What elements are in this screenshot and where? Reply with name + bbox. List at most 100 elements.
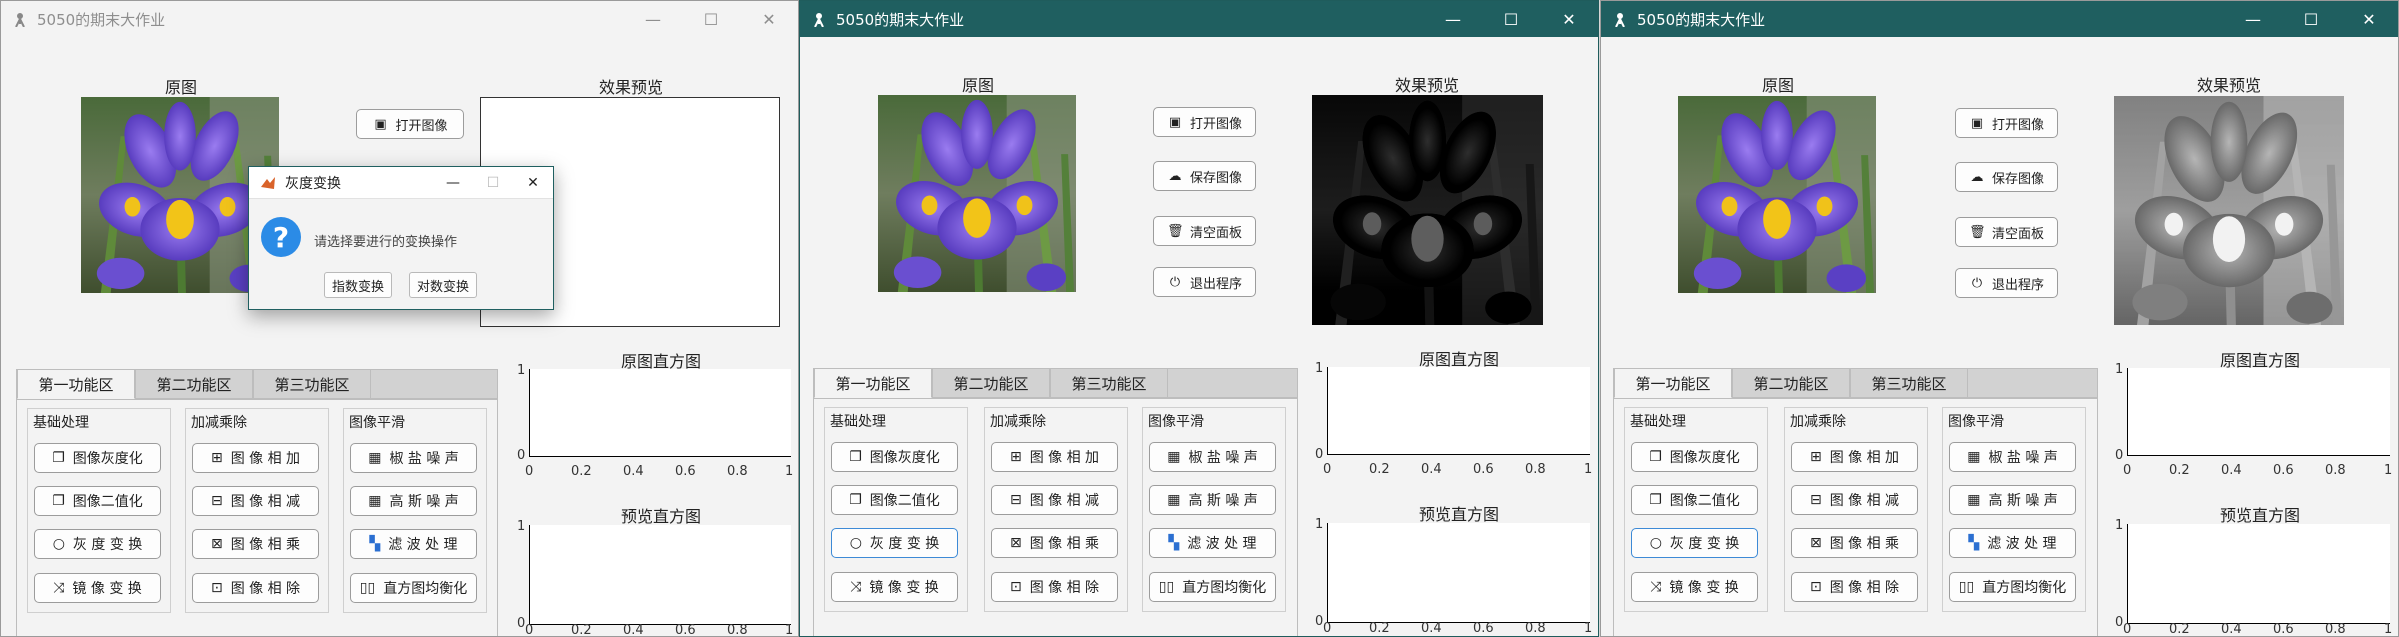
add-button[interactable]: ⊞ 图 像 相 加 xyxy=(192,443,319,473)
divide-button[interactable]: ⊡ 图 像 相 除 xyxy=(192,573,319,603)
mirror-button[interactable]: ⤨ 镜 像 变 换 xyxy=(1631,572,1758,602)
minimize-button[interactable]: — xyxy=(2224,1,2282,37)
gaussian-noise-button[interactable]: ▦ 高 斯 噪 声 xyxy=(1949,485,2076,515)
filter-button[interactable]: ▚ 滤 波 处 理 xyxy=(350,529,477,559)
exit-button[interactable]: ⏻ 退出程序 xyxy=(1153,267,1256,297)
dialog-title-bar[interactable]: 灰度变换 — ☐ ✕ xyxy=(249,167,553,199)
gray-transform-button[interactable]: ○ 灰 度 变 换 xyxy=(34,529,161,559)
plus-box-icon: ⊞ xyxy=(210,450,223,466)
mirror-button[interactable]: ⤨ 镜 像 变 换 xyxy=(831,572,958,602)
hist-eq-button[interactable]: ▯▯ 直方图均衡化 xyxy=(350,573,477,603)
hist-eq-button[interactable]: ▯▯ 直方图均衡化 xyxy=(1949,572,2076,602)
save-image-button[interactable]: ☁ 保存图像 xyxy=(1955,162,2058,192)
tab-function-3[interactable]: 第三功能区 xyxy=(1050,368,1168,398)
divide-box-icon: ⊡ xyxy=(210,580,223,596)
x-tick: 0.8 xyxy=(2325,622,2346,637)
x-tick: 0.6 xyxy=(675,623,696,637)
dialog-close-button[interactable]: ✕ xyxy=(513,175,553,191)
orig-hist-axes xyxy=(2127,368,2390,456)
subtract-button[interactable]: ⊟ 图 像 相 减 xyxy=(1791,485,1918,515)
add-button[interactable]: ⊞ 图 像 相 加 xyxy=(1791,442,1918,472)
x-tick: 0 xyxy=(525,623,534,637)
y-tick: 1 xyxy=(517,519,526,534)
salt-pepper-button[interactable]: ▦ 椒 盐 噪 声 xyxy=(1149,442,1276,472)
multiply-button[interactable]: ⊠ 图 像 相 乘 xyxy=(991,528,1118,558)
clear-panel-button[interactable]: 🗑 清空面板 xyxy=(1955,217,2058,247)
open-image-button[interactable]: ▣ 打开图像 xyxy=(1955,108,2058,138)
group-basic: 基础处理 ❐ 图像灰度化 ❐ 图像二值化 ○ 灰 度 变 换 ⤨ 镜 像 变 换 xyxy=(824,407,968,612)
title-bar[interactable]: 5050的期末大作业 — ☐ ✕ xyxy=(800,1,1598,37)
tab-function-1[interactable]: 第一功能区 xyxy=(1614,368,1732,398)
x-tick: 0.2 xyxy=(2169,622,2190,637)
exp-transform-button[interactable]: 指数变换 xyxy=(324,272,392,298)
maximize-button[interactable]: ☐ xyxy=(2282,1,2340,37)
gaussian-noise-button[interactable]: ▦ 高 斯 噪 声 xyxy=(1149,485,1276,515)
app-icon xyxy=(810,10,828,28)
add-button[interactable]: ⊞ 图 像 相 加 xyxy=(991,442,1118,472)
tab-bar: 第一功能区 第二功能区 第三功能区 xyxy=(16,369,498,399)
maximize-button[interactable]: ☐ xyxy=(1482,1,1540,37)
divide-button[interactable]: ⊡ 图 像 相 除 xyxy=(1791,572,1918,602)
title-bar[interactable]: 5050的期末大作业 — ☐ ✕ xyxy=(1,1,798,37)
tab-function-1[interactable]: 第一功能区 xyxy=(814,368,932,398)
gray-transform-button[interactable]: ○ 灰 度 变 换 xyxy=(831,528,958,558)
binarize-button[interactable]: ❐ 图像二值化 xyxy=(1631,485,1758,515)
grayscale-button[interactable]: ❐ 图像灰度化 xyxy=(1631,442,1758,472)
group-arith: 加减乘除 ⊞ 图 像 相 加 ⊟ 图 像 相 减 ⊠ 图 像 相 乘 ⊡ 图 像 相 除 xyxy=(1784,407,1928,612)
multiply-button[interactable]: ⊠ 图 像 相 乘 xyxy=(192,529,319,559)
x-tick: 0 xyxy=(1323,621,1332,636)
binarize-button[interactable]: ❐ 图像二值化 xyxy=(34,486,161,516)
exit-button[interactable]: ⏻ 退出程序 xyxy=(1955,268,2058,298)
tab-function-1[interactable]: 第一功能区 xyxy=(17,369,135,399)
power-icon: ⏻ xyxy=(1971,275,1983,291)
grayscale-button[interactable]: ❐ 图像灰度化 xyxy=(831,442,958,472)
tab-bar: 第一功能区 第二功能区 第三功能区 xyxy=(813,368,1298,398)
tab-function-3[interactable]: 第三功能区 xyxy=(253,369,371,399)
circle-icon: ○ xyxy=(1649,535,1662,551)
tab-function-2[interactable]: 第二功能区 xyxy=(135,369,253,399)
minus-box-icon: ⊟ xyxy=(1009,492,1022,508)
binarize-button[interactable]: ❐ 图像二值化 xyxy=(831,485,958,515)
save-image-button[interactable]: ☁ 保存图像 xyxy=(1153,161,1256,191)
minimize-button[interactable]: — xyxy=(1424,1,1482,37)
divide-box-icon: ⊡ xyxy=(1009,579,1022,595)
maximize-button[interactable]: ☐ xyxy=(682,1,740,37)
preview-image xyxy=(1312,95,1543,325)
original-label: 原图 xyxy=(961,76,994,95)
log-transform-button[interactable]: 对数变换 xyxy=(409,272,477,298)
minimize-button[interactable]: — xyxy=(624,1,682,37)
divide-button[interactable]: ⊡ 图 像 相 除 xyxy=(991,572,1118,602)
title-bar[interactable]: 5050的期末大作业 — ☐ ✕ xyxy=(1601,1,2398,37)
subtract-button[interactable]: ⊟ 图 像 相 减 xyxy=(192,486,319,516)
tab-function-3[interactable]: 第三功能区 xyxy=(1850,368,1968,398)
gaussian-noise-button[interactable]: ▦ 高 斯 噪 声 xyxy=(350,486,477,516)
subtract-button[interactable]: ⊟ 图 像 相 减 xyxy=(991,485,1118,515)
mirror-button[interactable]: ⤨ 镜 像 变 换 xyxy=(34,573,161,603)
open-image-button[interactable]: ▣ 打开图像 xyxy=(1153,107,1256,137)
filter-button[interactable]: ▚ 滤 波 处 理 xyxy=(1949,528,2076,558)
close-button[interactable]: ✕ xyxy=(2340,1,2398,37)
grayscale-button[interactable]: ❐ 图像灰度化 xyxy=(34,443,161,473)
copy-icon: ❐ xyxy=(849,492,862,508)
copy-icon: ❐ xyxy=(52,450,65,466)
x-tick: 1 xyxy=(2384,622,2393,637)
noise-icon: ▦ xyxy=(1967,449,1981,465)
gray-transform-button[interactable]: ○ 灰 度 变 换 xyxy=(1631,528,1758,558)
close-button[interactable]: ✕ xyxy=(740,1,798,37)
hist-eq-button[interactable]: ▯▯ 直方图均衡化 xyxy=(1149,572,1276,602)
x-tick: 1 xyxy=(1584,621,1593,636)
window-title: 5050的期末大作业 xyxy=(37,10,166,29)
clear-panel-button[interactable]: 🗑 清空面板 xyxy=(1153,216,1256,246)
multiply-button[interactable]: ⊠ 图 像 相 乘 xyxy=(1791,528,1918,558)
dialog-message: 请选择要进行的变换操作 xyxy=(314,235,458,250)
filter-button[interactable]: ▚ 滤 波 处 理 xyxy=(1149,528,1276,558)
tab-function-2[interactable]: 第二功能区 xyxy=(932,368,1050,398)
open-image-button[interactable]: ▣ 打开图像 xyxy=(356,109,464,139)
circle-icon: ○ xyxy=(849,535,862,551)
salt-pepper-button[interactable]: ▦ 椒 盐 噪 声 xyxy=(350,443,477,473)
dialog-minimize-button[interactable]: — xyxy=(433,175,473,191)
salt-pepper-button[interactable]: ▦ 椒 盐 噪 声 xyxy=(1949,442,2076,472)
close-button[interactable]: ✕ xyxy=(1540,1,1598,37)
tab-function-2[interactable]: 第二功能区 xyxy=(1732,368,1850,398)
gray-transform-dialog: 灰度变换 — ☐ ✕ ? 请选择要进行的变换操作 指数变换 对数变换 xyxy=(248,166,554,310)
